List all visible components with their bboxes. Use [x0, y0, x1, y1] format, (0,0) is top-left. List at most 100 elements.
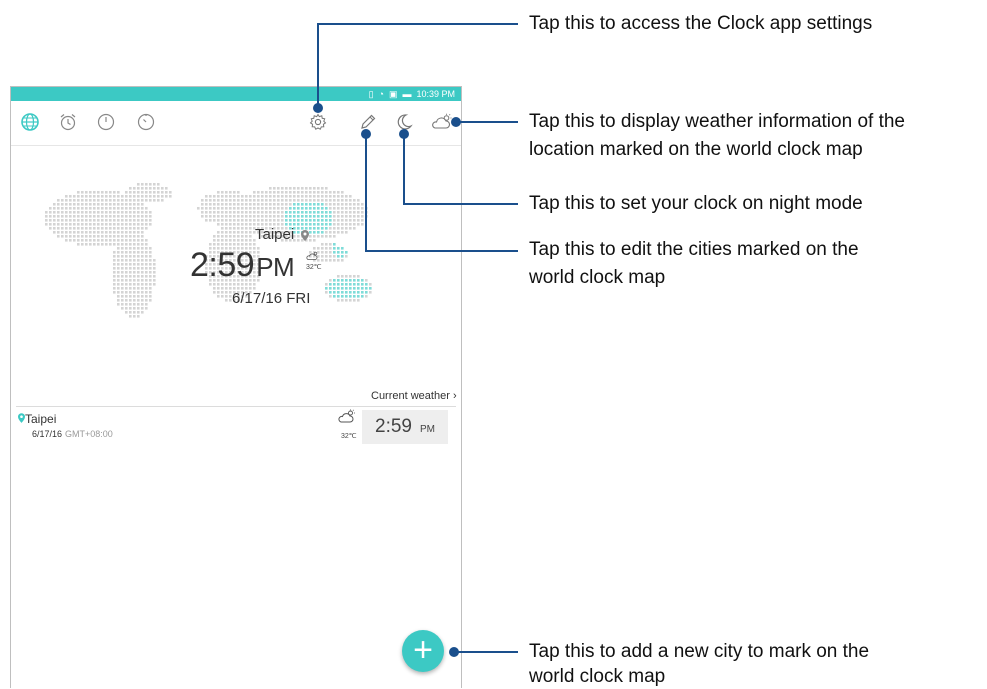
map-dot	[341, 207, 344, 210]
stopwatch-tab[interactable]	[95, 111, 117, 133]
map-dot	[105, 203, 108, 206]
map-dot	[101, 239, 104, 242]
map-dot	[241, 235, 244, 238]
map-dot	[341, 199, 344, 202]
map-dot	[353, 223, 356, 226]
map-dot	[345, 255, 348, 258]
map-dot	[141, 267, 144, 270]
map-dot	[53, 203, 56, 206]
map-dot	[129, 235, 132, 238]
map-dot	[273, 215, 276, 218]
map-dot	[109, 223, 112, 226]
map-dot	[333, 199, 336, 202]
map-dot	[117, 291, 120, 294]
map-dot	[93, 235, 96, 238]
map-dot	[133, 311, 136, 314]
edit-cities-button[interactable]	[357, 111, 379, 133]
map-dot	[213, 235, 216, 238]
weather-button[interactable]	[431, 111, 453, 133]
map-dot	[157, 191, 160, 194]
map-dot	[117, 271, 120, 274]
map-dot	[137, 223, 140, 226]
map-dot	[69, 227, 72, 230]
map-dot	[329, 235, 332, 238]
map-dot	[97, 231, 100, 234]
map-dot	[137, 315, 140, 318]
map-dot	[321, 187, 324, 190]
map-dot	[261, 211, 264, 214]
map-dot	[85, 215, 88, 218]
map-dot	[137, 255, 140, 258]
map-dot	[329, 295, 332, 298]
map-dot	[341, 283, 344, 286]
map-dot	[149, 211, 152, 214]
map-dot	[117, 203, 120, 206]
map-dot	[113, 255, 116, 258]
status-bar: ▯ ◔ ▣ ▬ 10:39 PM	[11, 87, 461, 101]
map-dot	[329, 215, 332, 218]
map-dot	[125, 307, 128, 310]
map-dot	[297, 231, 300, 234]
alarm-tab[interactable]	[57, 111, 79, 133]
city-row-date: 6/17/16 GMT+08:00	[32, 429, 113, 439]
map-dot	[261, 199, 264, 202]
map-dot	[213, 199, 216, 202]
map-dot	[229, 211, 232, 214]
map-dot	[229, 239, 232, 242]
map-dot	[321, 203, 324, 206]
current-weather-link[interactable]: Current weather ›	[371, 390, 457, 402]
city-row-temp: 32℃	[341, 433, 357, 440]
add-city-button[interactable]: +	[402, 630, 444, 672]
map-dot	[337, 219, 340, 222]
map-dot	[117, 255, 120, 258]
settings-button[interactable]	[307, 111, 329, 133]
status-time: 10:39 PM	[416, 89, 455, 99]
map-dot	[353, 199, 356, 202]
map-dot	[85, 219, 88, 222]
map-dot	[149, 191, 152, 194]
map-dot	[249, 207, 252, 210]
map-dot	[49, 211, 52, 214]
map-dot	[117, 299, 120, 302]
timer-tab[interactable]	[135, 111, 157, 133]
night-mode-button[interactable]	[393, 111, 415, 133]
map-dot	[253, 211, 256, 214]
map-dot	[57, 207, 60, 210]
map-dot	[93, 243, 96, 246]
map-dot	[121, 275, 124, 278]
map-dot	[93, 199, 96, 202]
map-dot	[97, 195, 100, 198]
city-row-gmt: GMT+08:00	[65, 429, 113, 439]
map-dot	[129, 275, 132, 278]
map-dot	[253, 215, 256, 218]
map-time-value: 2:59	[190, 246, 255, 284]
map-dot	[237, 227, 240, 230]
map-dot	[125, 231, 128, 234]
map-dot	[129, 223, 132, 226]
map-dot	[281, 215, 284, 218]
world-clock-tab[interactable]	[19, 111, 41, 133]
map-dot	[85, 243, 88, 246]
map-dot	[237, 215, 240, 218]
map-dot	[217, 199, 220, 202]
map-dot	[361, 279, 364, 282]
map-dot	[125, 255, 128, 258]
map-dot	[57, 235, 60, 238]
map-dot	[233, 223, 236, 226]
map-dot	[149, 183, 152, 186]
city-row[interactable]: Taipei 6/17/16 GMT+08:00 32℃ 2:59 PM	[10, 407, 462, 445]
map-dot	[241, 199, 244, 202]
map-dot	[217, 219, 220, 222]
map-dot	[125, 299, 128, 302]
map-dot	[121, 291, 124, 294]
map-dot	[125, 191, 128, 194]
map-dot	[121, 295, 124, 298]
map-dot	[145, 239, 148, 242]
map-dot	[205, 195, 208, 198]
map-dot	[121, 259, 124, 262]
map-dot	[297, 235, 300, 238]
map-dot	[353, 291, 356, 294]
map-dot	[129, 255, 132, 258]
map-dot	[337, 259, 340, 262]
map-dot	[337, 191, 340, 194]
